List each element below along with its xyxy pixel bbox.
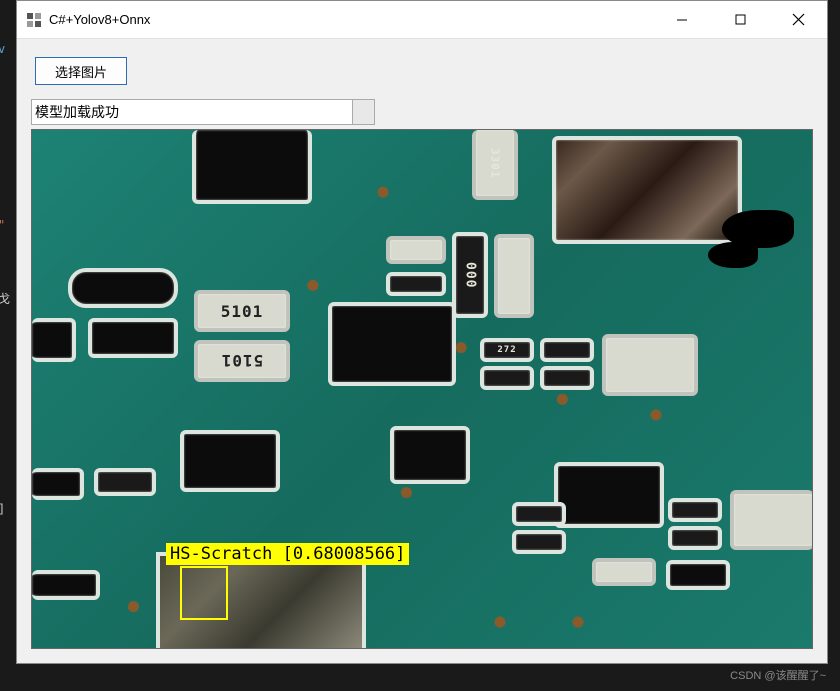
- pcb-component: [32, 468, 84, 500]
- pcb-component: [592, 558, 656, 586]
- component-marking: 000: [456, 236, 484, 314]
- watermark: CSDN @该醒醒了~: [730, 667, 826, 683]
- editor-fragment: 戈: [0, 290, 10, 307]
- pcb-component: [730, 490, 813, 550]
- pcb-component: [554, 462, 664, 528]
- editor-fragment: ": [0, 218, 5, 232]
- pcb-blob: [708, 242, 758, 268]
- maximize-button[interactable]: [711, 1, 769, 38]
- minimize-button[interactable]: [653, 1, 711, 38]
- pcb-component: [668, 498, 722, 522]
- pcb-component: [512, 502, 566, 526]
- pcb-component: [494, 234, 534, 318]
- detection-label: HS-Scratch [0.68008566]: [166, 543, 409, 565]
- window-controls: [653, 1, 827, 38]
- pcb-component: [68, 268, 178, 308]
- client-area: 选择图片 模型加载成功 3301 5101: [17, 39, 827, 663]
- pcb-component: 272: [480, 338, 534, 362]
- pcb-component: [328, 302, 456, 386]
- pcb-component: 000: [452, 232, 488, 318]
- image-display: 3301 5101 5101 000: [31, 129, 813, 649]
- pcb-component: [540, 366, 594, 390]
- component-marking: 5101: [198, 344, 286, 378]
- pcb-component: 3301: [472, 130, 518, 200]
- pcb-component: [386, 236, 446, 264]
- component-marking: 272: [484, 342, 530, 358]
- pcb-component: [512, 530, 566, 554]
- status-textbox[interactable]: 模型加载成功: [31, 99, 353, 125]
- pcb-component: [94, 468, 156, 496]
- titlebar[interactable]: C#+Yolov8+Onnx: [17, 1, 827, 39]
- pcb-component: [540, 338, 594, 362]
- app-icon: [27, 13, 41, 27]
- window-title: C#+Yolov8+Onnx: [49, 12, 653, 27]
- pcb-component: 5101: [194, 340, 290, 382]
- detection-bbox: [180, 566, 228, 620]
- pcb-component: [480, 366, 534, 390]
- status-row: 模型加载成功: [31, 99, 813, 125]
- maximize-icon: [735, 14, 746, 25]
- select-image-button[interactable]: 选择图片: [35, 57, 127, 85]
- pcb-component: [192, 130, 312, 204]
- pcb-component: [88, 318, 178, 358]
- close-icon: [792, 13, 805, 26]
- editor-fragment: v: [0, 42, 5, 56]
- pcb-component: 5101: [194, 290, 290, 332]
- pcb-component: [32, 318, 76, 362]
- pcb-component: [602, 334, 698, 396]
- pcb-component: [390, 426, 470, 484]
- pcb-component: [386, 272, 446, 296]
- close-button[interactable]: [769, 1, 827, 38]
- pcb-component: [666, 560, 730, 590]
- app-window: C#+Yolov8+Onnx 选择图片 模型加载成功 3301: [16, 0, 828, 664]
- editor-fragment: ]: [0, 502, 5, 516]
- pcb-component: [32, 570, 100, 600]
- minimize-icon: [676, 14, 688, 26]
- component-marking: 5101: [198, 294, 286, 328]
- status-side: [353, 99, 375, 125]
- pcb-component: [180, 430, 280, 492]
- pcb-component: [668, 526, 722, 550]
- component-marking: 3301: [476, 130, 514, 196]
- pcb-component-scratched: [552, 136, 742, 244]
